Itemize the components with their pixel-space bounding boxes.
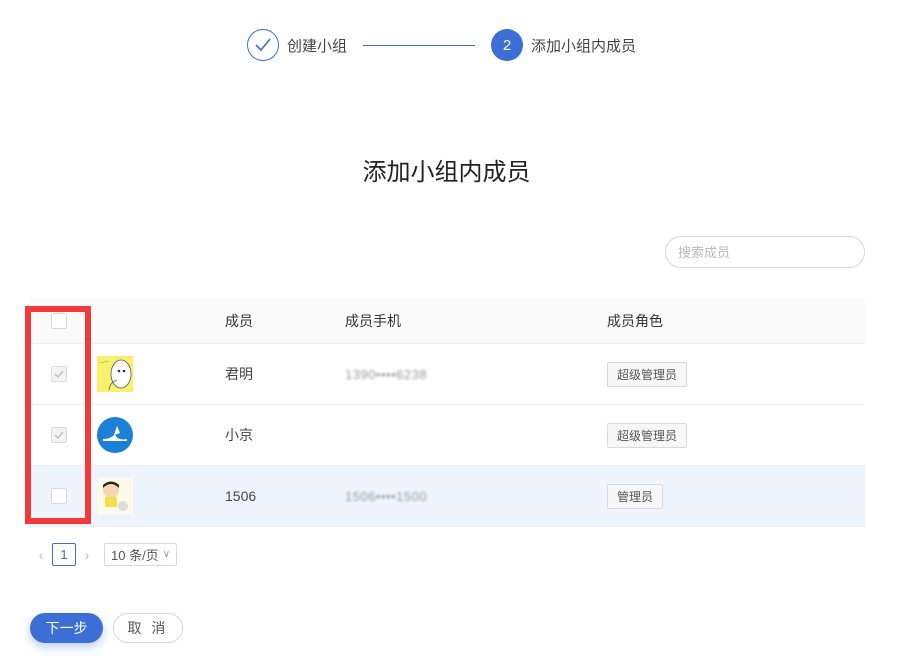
members-table: 成员 成员手机 成员角色 君明 1390••••6238 超级管理员 小京 超级… <box>30 298 865 527</box>
table-row: 1506 1506••••1500 管理员 <box>30 466 865 527</box>
page-number[interactable]: 1 <box>52 543 76 566</box>
table-row: 小京 超级管理员 <box>30 405 865 466</box>
chevron-down-icon: ∨ <box>162 549 171 560</box>
pagination: ‹ 1 › 10 条/页 ∨ <box>34 543 178 566</box>
header-phone: 成员手机 <box>345 312 401 329</box>
check-icon <box>255 38 271 52</box>
step-2-circle: 2 <box>491 29 524 61</box>
check-icon <box>54 431 64 439</box>
next-page-icon[interactable]: › <box>80 547 94 563</box>
avatar <box>97 478 133 514</box>
avatar <box>97 356 133 392</box>
role-tag: 管理员 <box>607 483 664 509</box>
row-checkbox[interactable] <box>51 427 67 443</box>
step-1-label: 创建小组 <box>287 37 348 55</box>
step-connector <box>363 44 476 46</box>
steps-indicator: 创建小组 2 添加小组内成员 <box>247 28 636 62</box>
row-checkbox[interactable] <box>51 488 67 504</box>
member-name: 小京 <box>225 427 253 443</box>
role-tag: 超级管理员 <box>607 422 688 448</box>
header-role: 成员角色 <box>607 312 663 329</box>
select-all-checkbox[interactable] <box>51 312 67 329</box>
search-input[interactable] <box>678 244 854 260</box>
member-name: 君明 <box>225 366 253 382</box>
step-done-circle <box>247 29 279 61</box>
row-checkbox[interactable] <box>51 366 67 382</box>
check-icon <box>54 370 64 378</box>
search-box[interactable] <box>665 236 865 268</box>
page-size-value: 10 条/页 <box>111 548 159 563</box>
table-row: 君明 1390••••6238 超级管理员 <box>30 344 865 405</box>
cancel-button[interactable]: 取 消 <box>113 613 183 643</box>
page-size-select[interactable]: 10 条/页 ∨ <box>104 543 178 566</box>
next-step-button[interactable]: 下一步 <box>30 613 103 643</box>
prev-page-icon[interactable]: ‹ <box>34 547 48 563</box>
member-phone: 1506••••1500 <box>345 488 428 504</box>
member-name: 1506 <box>225 488 257 504</box>
member-phone: 1390••••6238 <box>345 366 428 382</box>
header-member: 成员 <box>225 312 253 329</box>
avatar <box>97 417 133 453</box>
page-title: 添加小组内成员 <box>362 159 531 186</box>
table-header: 成员 成员手机 成员角色 <box>30 298 865 344</box>
role-tag: 超级管理员 <box>607 361 688 387</box>
step-2-label: 添加小组内成员 <box>531 37 637 55</box>
